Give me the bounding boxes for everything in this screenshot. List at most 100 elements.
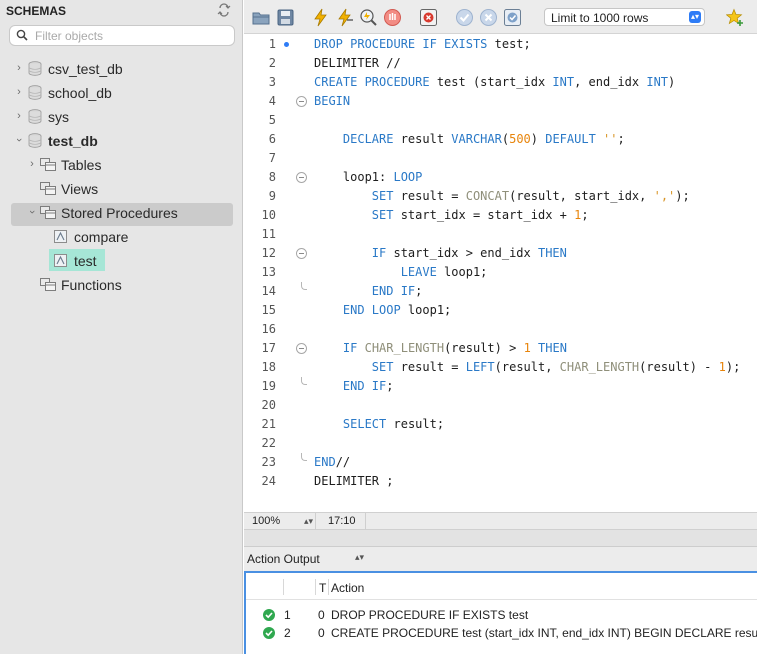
toggle-error-icon[interactable] (419, 8, 438, 27)
code-line[interactable]: 13 LEAVE loop1; (244, 263, 757, 282)
code-line[interactable]: 6 DECLARE result VARCHAR(500) DEFAULT ''… (244, 130, 757, 149)
chevron-right-icon[interactable]: › (13, 86, 25, 98)
query-toolbar: Limit to 1000 rows ▴▾ (244, 0, 757, 34)
execute-icon[interactable] (311, 8, 330, 27)
line-number: 13 (261, 265, 276, 279)
save-icon[interactable] (276, 8, 295, 27)
line-number: 22 (261, 436, 276, 450)
schema-row-school-db[interactable]: › school_db (0, 82, 243, 104)
chevron-right-icon[interactable]: › (26, 158, 38, 170)
code-line[interactable]: 21 SELECT result; (244, 415, 757, 434)
code-line[interactable]: 16 (244, 320, 757, 339)
code-line[interactable]: 1 DROP PROCEDURE IF EXISTS test; (244, 35, 757, 54)
code-text: IF CHAR_LENGTH(result) > 1 THEN (342, 341, 567, 355)
refresh-icon[interactable] (217, 3, 231, 17)
schemas-header: SCHEMAS (0, 0, 243, 22)
tree-item-procedure-test[interactable]: test (0, 250, 243, 272)
stepper-icon[interactable]: ▴▾ (355, 552, 364, 563)
schema-label: test_db (48, 133, 98, 149)
tree-item-stored-procedures[interactable]: › Stored Procedures (0, 202, 243, 224)
fold-toggle-icon[interactable] (296, 248, 307, 259)
success-check-icon (263, 609, 275, 621)
output-row[interactable]: 1 0 DROP PROCEDURE IF EXISTS test (246, 606, 757, 624)
code-line[interactable]: 11 (244, 225, 757, 244)
chevron-down-icon[interactable]: › (13, 134, 25, 146)
code-line[interactable]: 18 SET result = LEFT(result, CHAR_LENGTH… (244, 358, 757, 377)
tree-label-stored-procedures: Stored Procedures (61, 205, 178, 221)
code-line[interactable]: 8 loop1: LOOP (244, 168, 757, 187)
sql-editor[interactable]: 1 DROP PROCEDURE IF EXISTS test; 2 DELIMITE… (244, 34, 757, 512)
output-row[interactable]: 2 0 CREATE PROCEDURE test (start_idx INT… (246, 624, 757, 642)
editor-status-bar: 100% ▴▾ 17:10 (244, 512, 757, 530)
fold-toggle-icon[interactable] (296, 172, 307, 183)
fold-end-marker (301, 453, 307, 461)
code-line[interactable]: 12 IF start_idx > end_idx THEN (244, 244, 757, 263)
line-number: 11 (261, 227, 276, 241)
line-number: 16 (261, 322, 276, 336)
schema-row-csv-test-db[interactable]: › csv_test_db (0, 58, 243, 80)
line-number: 4 (268, 94, 276, 108)
procedure-icon (54, 254, 67, 267)
code-text: loop1: LOOP (314, 170, 423, 184)
line-number: 7 (268, 151, 276, 165)
autocommit-icon[interactable] (503, 8, 522, 27)
tree-item-views[interactable]: Views (0, 178, 243, 200)
database-icon (28, 85, 42, 100)
code-line[interactable]: 23 END// (244, 453, 757, 472)
chevron-right-icon[interactable]: › (13, 110, 25, 122)
action-output-table: T Action 1 0 DROP PROCEDURE IF EXISTS te… (244, 571, 757, 654)
zoom-select[interactable]: 100% ▴▾ (244, 513, 316, 530)
code-line[interactable]: 10 SET start_idx = start_idx + 1; (244, 206, 757, 225)
code-line[interactable]: 15 END LOOP loop1; (244, 301, 757, 320)
schema-row-test-db[interactable]: › test_db (0, 130, 243, 152)
chevron-right-icon[interactable]: › (13, 62, 25, 74)
code-line[interactable]: 5 (244, 111, 757, 130)
code-text: END LOOP loop1; (342, 303, 452, 317)
rollback-icon[interactable] (479, 8, 498, 27)
schema-label: sys (48, 109, 69, 125)
output-table-header: T Action (246, 573, 757, 600)
code-line[interactable]: 22 (244, 434, 757, 453)
column-separator (315, 579, 316, 595)
code-line[interactable]: 4 BEGIN (244, 92, 757, 111)
tree-item-tables[interactable]: › Tables (0, 154, 243, 176)
fold-toggle-icon[interactable] (296, 96, 307, 107)
code-text: SET result = LEFT(result, CHAR_LENGTH(re… (371, 360, 741, 374)
line-number: 14 (261, 284, 276, 298)
code-line[interactable]: 3 CREATE PROCEDURE test (start_idx INT, e… (244, 73, 757, 92)
code-line[interactable]: 17 IF CHAR_LENGTH(result) > 1 THEN (244, 339, 757, 358)
row-action: DROP PROCEDURE IF EXISTS test (331, 608, 529, 622)
column-separator (283, 579, 284, 595)
open-folder-icon[interactable] (252, 8, 271, 27)
output-type-select[interactable]: Action Output (247, 552, 320, 566)
code-line[interactable]: 19 END IF; (244, 377, 757, 396)
code-line[interactable]: 7 (244, 149, 757, 168)
line-number: 17 (261, 341, 276, 355)
column-header-time[interactable]: T (319, 581, 326, 595)
code-line[interactable]: 2 DELIMITER // (244, 54, 757, 73)
filter-box[interactable] (9, 25, 235, 46)
tree-item-procedure-compare[interactable]: compare (0, 226, 243, 248)
tree-item-functions[interactable]: Functions (0, 274, 243, 296)
fold-toggle-icon[interactable] (296, 343, 307, 354)
line-number: 18 (261, 360, 276, 374)
filter-input[interactable] (35, 27, 230, 44)
execute-selection-icon[interactable] (335, 8, 354, 27)
code-text: DECLARE result VARCHAR(500) DEFAULT ''; (342, 132, 625, 146)
code-line[interactable]: 14 END IF; (244, 282, 757, 301)
schemas-title: SCHEMAS (6, 4, 67, 18)
code-line[interactable]: 9 SET result = CONCAT(result, start_idx,… (244, 187, 757, 206)
fold-end-marker (301, 282, 307, 290)
explain-icon[interactable] (359, 8, 378, 27)
code-line[interactable]: 24 DELIMITER ; (244, 472, 757, 491)
stop-icon[interactable] (383, 8, 402, 27)
code-line[interactable]: 20 (244, 396, 757, 415)
tree-label-views: Views (61, 181, 99, 197)
bookmark-icon[interactable] (725, 8, 745, 27)
column-header-action[interactable]: Action (331, 581, 364, 595)
schema-row-sys[interactable]: › sys (0, 106, 243, 128)
panel-splitter[interactable] (244, 530, 757, 547)
limit-rows-select[interactable]: Limit to 1000 rows ▴▾ (544, 8, 705, 26)
commit-icon[interactable] (455, 8, 474, 27)
chevron-down-icon[interactable]: › (26, 206, 38, 218)
